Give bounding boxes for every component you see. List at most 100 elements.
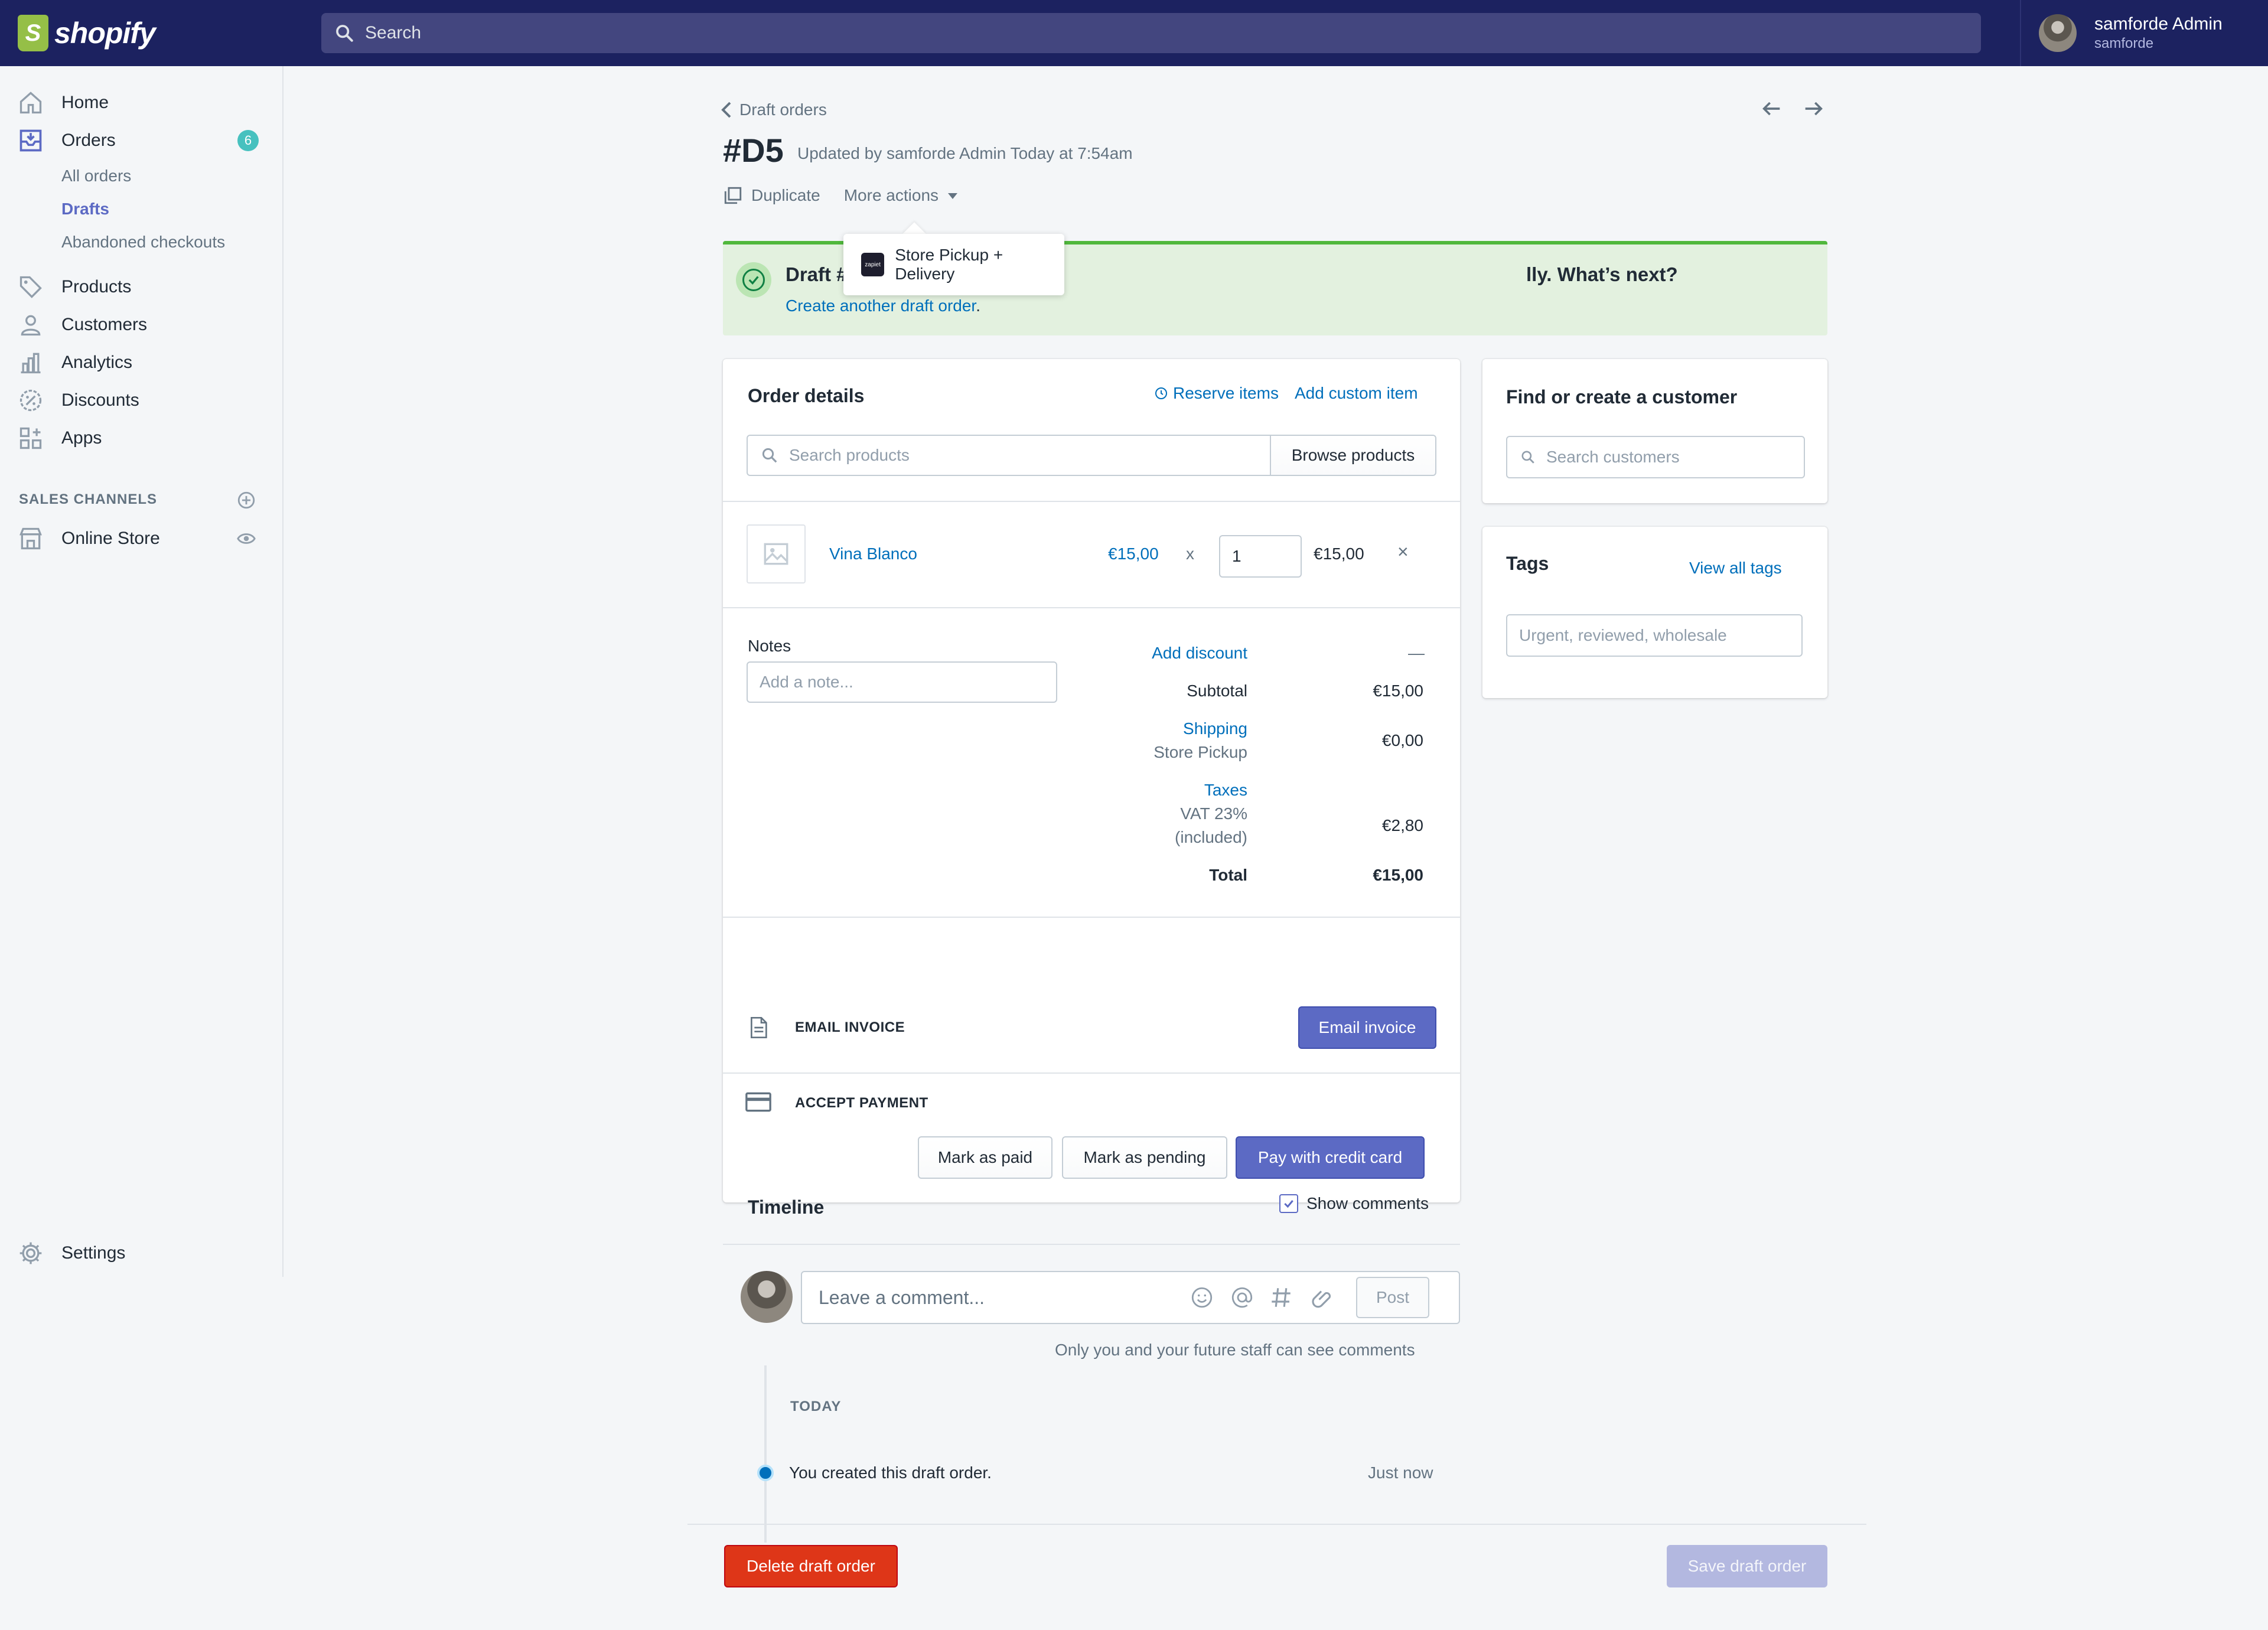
remove-item-button[interactable]: ×: [1397, 541, 1409, 563]
breadcrumb[interactable]: Draft orders: [721, 100, 827, 119]
arrow-left-icon[interactable]: [1760, 97, 1784, 120]
show-comments-checkbox[interactable]: Show comments: [1279, 1194, 1429, 1213]
email-invoice-heading: EMAIL INVOICE: [795, 1019, 905, 1035]
more-actions-popover: zapiet Store Pickup + Delivery: [843, 234, 1064, 295]
tags-card: Tags View all tags Urgent, reviewed, who…: [1482, 527, 1827, 698]
search-icon: [762, 448, 777, 463]
banner-title-start: Draft #: [786, 263, 848, 285]
page-subtitle: Updated by samforde Admin Today at 7:54a…: [797, 144, 1133, 162]
record-navigation: [1760, 97, 1825, 120]
tags-input[interactable]: Urgent, reviewed, wholesale: [1506, 614, 1803, 657]
mark-as-pending-button[interactable]: Mark as pending: [1062, 1136, 1227, 1179]
taxes-link[interactable]: Taxes: [1204, 781, 1247, 800]
sidebar-item-apps[interactable]: Apps: [0, 419, 282, 457]
duplicate-button[interactable]: Duplicate: [723, 185, 820, 206]
pay-with-credit-card-button[interactable]: Pay with credit card: [1236, 1136, 1425, 1179]
sidebar-item-home[interactable]: Home: [0, 84, 282, 122]
orders-count-badge: 6: [237, 130, 259, 151]
shipping-link[interactable]: Shipping: [1183, 719, 1247, 738]
sidebar-item-online-store[interactable]: Online Store: [0, 520, 282, 558]
hashtag-icon[interactable]: [1269, 1285, 1293, 1310]
sidebar-subitem-abandoned-checkouts[interactable]: Abandoned checkouts: [61, 233, 225, 252]
sidebar-subitem-all-orders[interactable]: All orders: [61, 167, 131, 185]
sidebar-item-settings[interactable]: Settings: [0, 1234, 282, 1272]
add-custom-item-link[interactable]: Add custom item: [1295, 384, 1418, 403]
logo-text: shopify: [54, 17, 156, 50]
tags-title: Tags: [1506, 553, 1549, 574]
save-draft-order-button[interactable]: Save draft order: [1667, 1545, 1827, 1587]
shipping-value: €0,00: [1381, 731, 1423, 749]
delete-draft-order-button[interactable]: Delete draft order: [724, 1545, 898, 1587]
caret-down-icon: [948, 193, 958, 199]
attachment-icon[interactable]: [1309, 1285, 1334, 1310]
global-search-input[interactable]: Search: [321, 13, 1981, 53]
add-channel-icon[interactable]: [236, 490, 256, 510]
quantity-value: 1: [1232, 547, 1241, 565]
user-menu[interactable]: samforde Admin samforde: [2020, 0, 2268, 66]
divider: [723, 607, 1460, 608]
line-item-price[interactable]: €15,00: [1108, 545, 1159, 563]
browse-products-button[interactable]: Browse products: [1270, 435, 1436, 476]
reserve-items-link[interactable]: Reserve items: [1154, 384, 1279, 403]
mark-as-paid-button[interactable]: Mark as paid: [918, 1136, 1052, 1179]
duplicate-label: Duplicate: [751, 186, 820, 204]
notes-input[interactable]: Add a note...: [747, 661, 1057, 703]
orders-icon: [19, 129, 42, 152]
quantity-input[interactable]: 1: [1219, 535, 1302, 578]
store-pickup-delivery-item[interactable]: Store Pickup + Delivery: [895, 246, 1064, 283]
person-icon: [21, 315, 41, 336]
show-comments-label: Show comments: [1306, 1194, 1429, 1212]
search-icon: [336, 25, 353, 42]
customer-card: Find or create a customer Search custome…: [1482, 359, 1827, 503]
sidebar-item-customers[interactable]: Customers: [0, 306, 282, 344]
more-actions-button[interactable]: More actions: [844, 186, 959, 205]
banner-link-suffix: .: [976, 296, 980, 315]
discount-icon: [19, 389, 42, 412]
shipping-method: Store Pickup: [1153, 743, 1247, 761]
line-item-name[interactable]: Vina Blanco: [829, 545, 917, 563]
line-item-times: x: [1186, 545, 1194, 563]
arrow-right-icon[interactable]: [1801, 97, 1825, 120]
add-discount-link[interactable]: Add discount: [1152, 644, 1247, 663]
create-another-draft-link[interactable]: Create another draft order: [786, 296, 976, 315]
search-customers-input[interactable]: Search customers: [1506, 436, 1805, 478]
avatar: [2039, 14, 2077, 52]
email-invoice-button[interactable]: Email invoice: [1298, 1006, 1436, 1049]
mention-icon[interactable]: [1230, 1285, 1254, 1310]
sidebar-subitem-drafts[interactable]: Drafts: [61, 200, 109, 219]
notes-label: Notes: [748, 637, 791, 655]
discount-value: —: [1408, 644, 1425, 662]
total-label: Total: [1209, 866, 1247, 884]
tax-included: (included): [1175, 828, 1247, 846]
sidebar-item-label: Home: [61, 93, 109, 112]
sidebar-item-label: Customers: [61, 315, 148, 334]
timeline-line: [764, 1365, 767, 1543]
shopify-logo[interactable]: S shopify: [0, 0, 284, 66]
reserve-items-label: Reserve items: [1173, 384, 1279, 402]
post-button[interactable]: Post: [1356, 1277, 1429, 1318]
sidebar-item-label: Analytics: [61, 353, 133, 372]
sidebar-item-label: Orders: [61, 131, 116, 150]
sidebar-item-label: Settings: [61, 1243, 126, 1263]
sidebar-item-label: Products: [61, 277, 132, 296]
emoji-icon[interactable]: [1190, 1285, 1214, 1310]
timeline-day-heading: TODAY: [790, 1398, 842, 1414]
sidebar-item-orders[interactable]: Orders 6: [0, 122, 282, 159]
view-all-tags-link[interactable]: View all tags: [1689, 559, 1782, 578]
chevron-left-icon: [721, 102, 731, 118]
comments-privacy-note: Only you and your future staff can see c…: [1055, 1341, 1415, 1359]
page-actions: Duplicate More actions: [723, 185, 959, 206]
search-products-input[interactable]: Search products: [747, 435, 1271, 476]
eye-icon[interactable]: [236, 529, 256, 549]
sidebar-item-analytics[interactable]: Analytics: [0, 344, 282, 382]
tax-rate: VAT 23%: [1180, 804, 1247, 823]
main-content: Draft orders #D5 Updated by samforde Adm…: [284, 66, 2268, 1630]
sales-channels-heading: SALES CHANNELS: [19, 491, 158, 507]
home-icon: [19, 92, 42, 114]
sidebar-item-discounts[interactable]: Discounts: [0, 382, 282, 419]
sidebar-item-products[interactable]: Products: [0, 268, 282, 306]
top-bar: S shopify Search samforde Admin samforde: [0, 0, 2268, 66]
customer-card-title: Find or create a customer: [1506, 386, 1738, 407]
taxes-value: €2,80: [1381, 816, 1423, 834]
user-store: samforde: [2094, 35, 2154, 51]
